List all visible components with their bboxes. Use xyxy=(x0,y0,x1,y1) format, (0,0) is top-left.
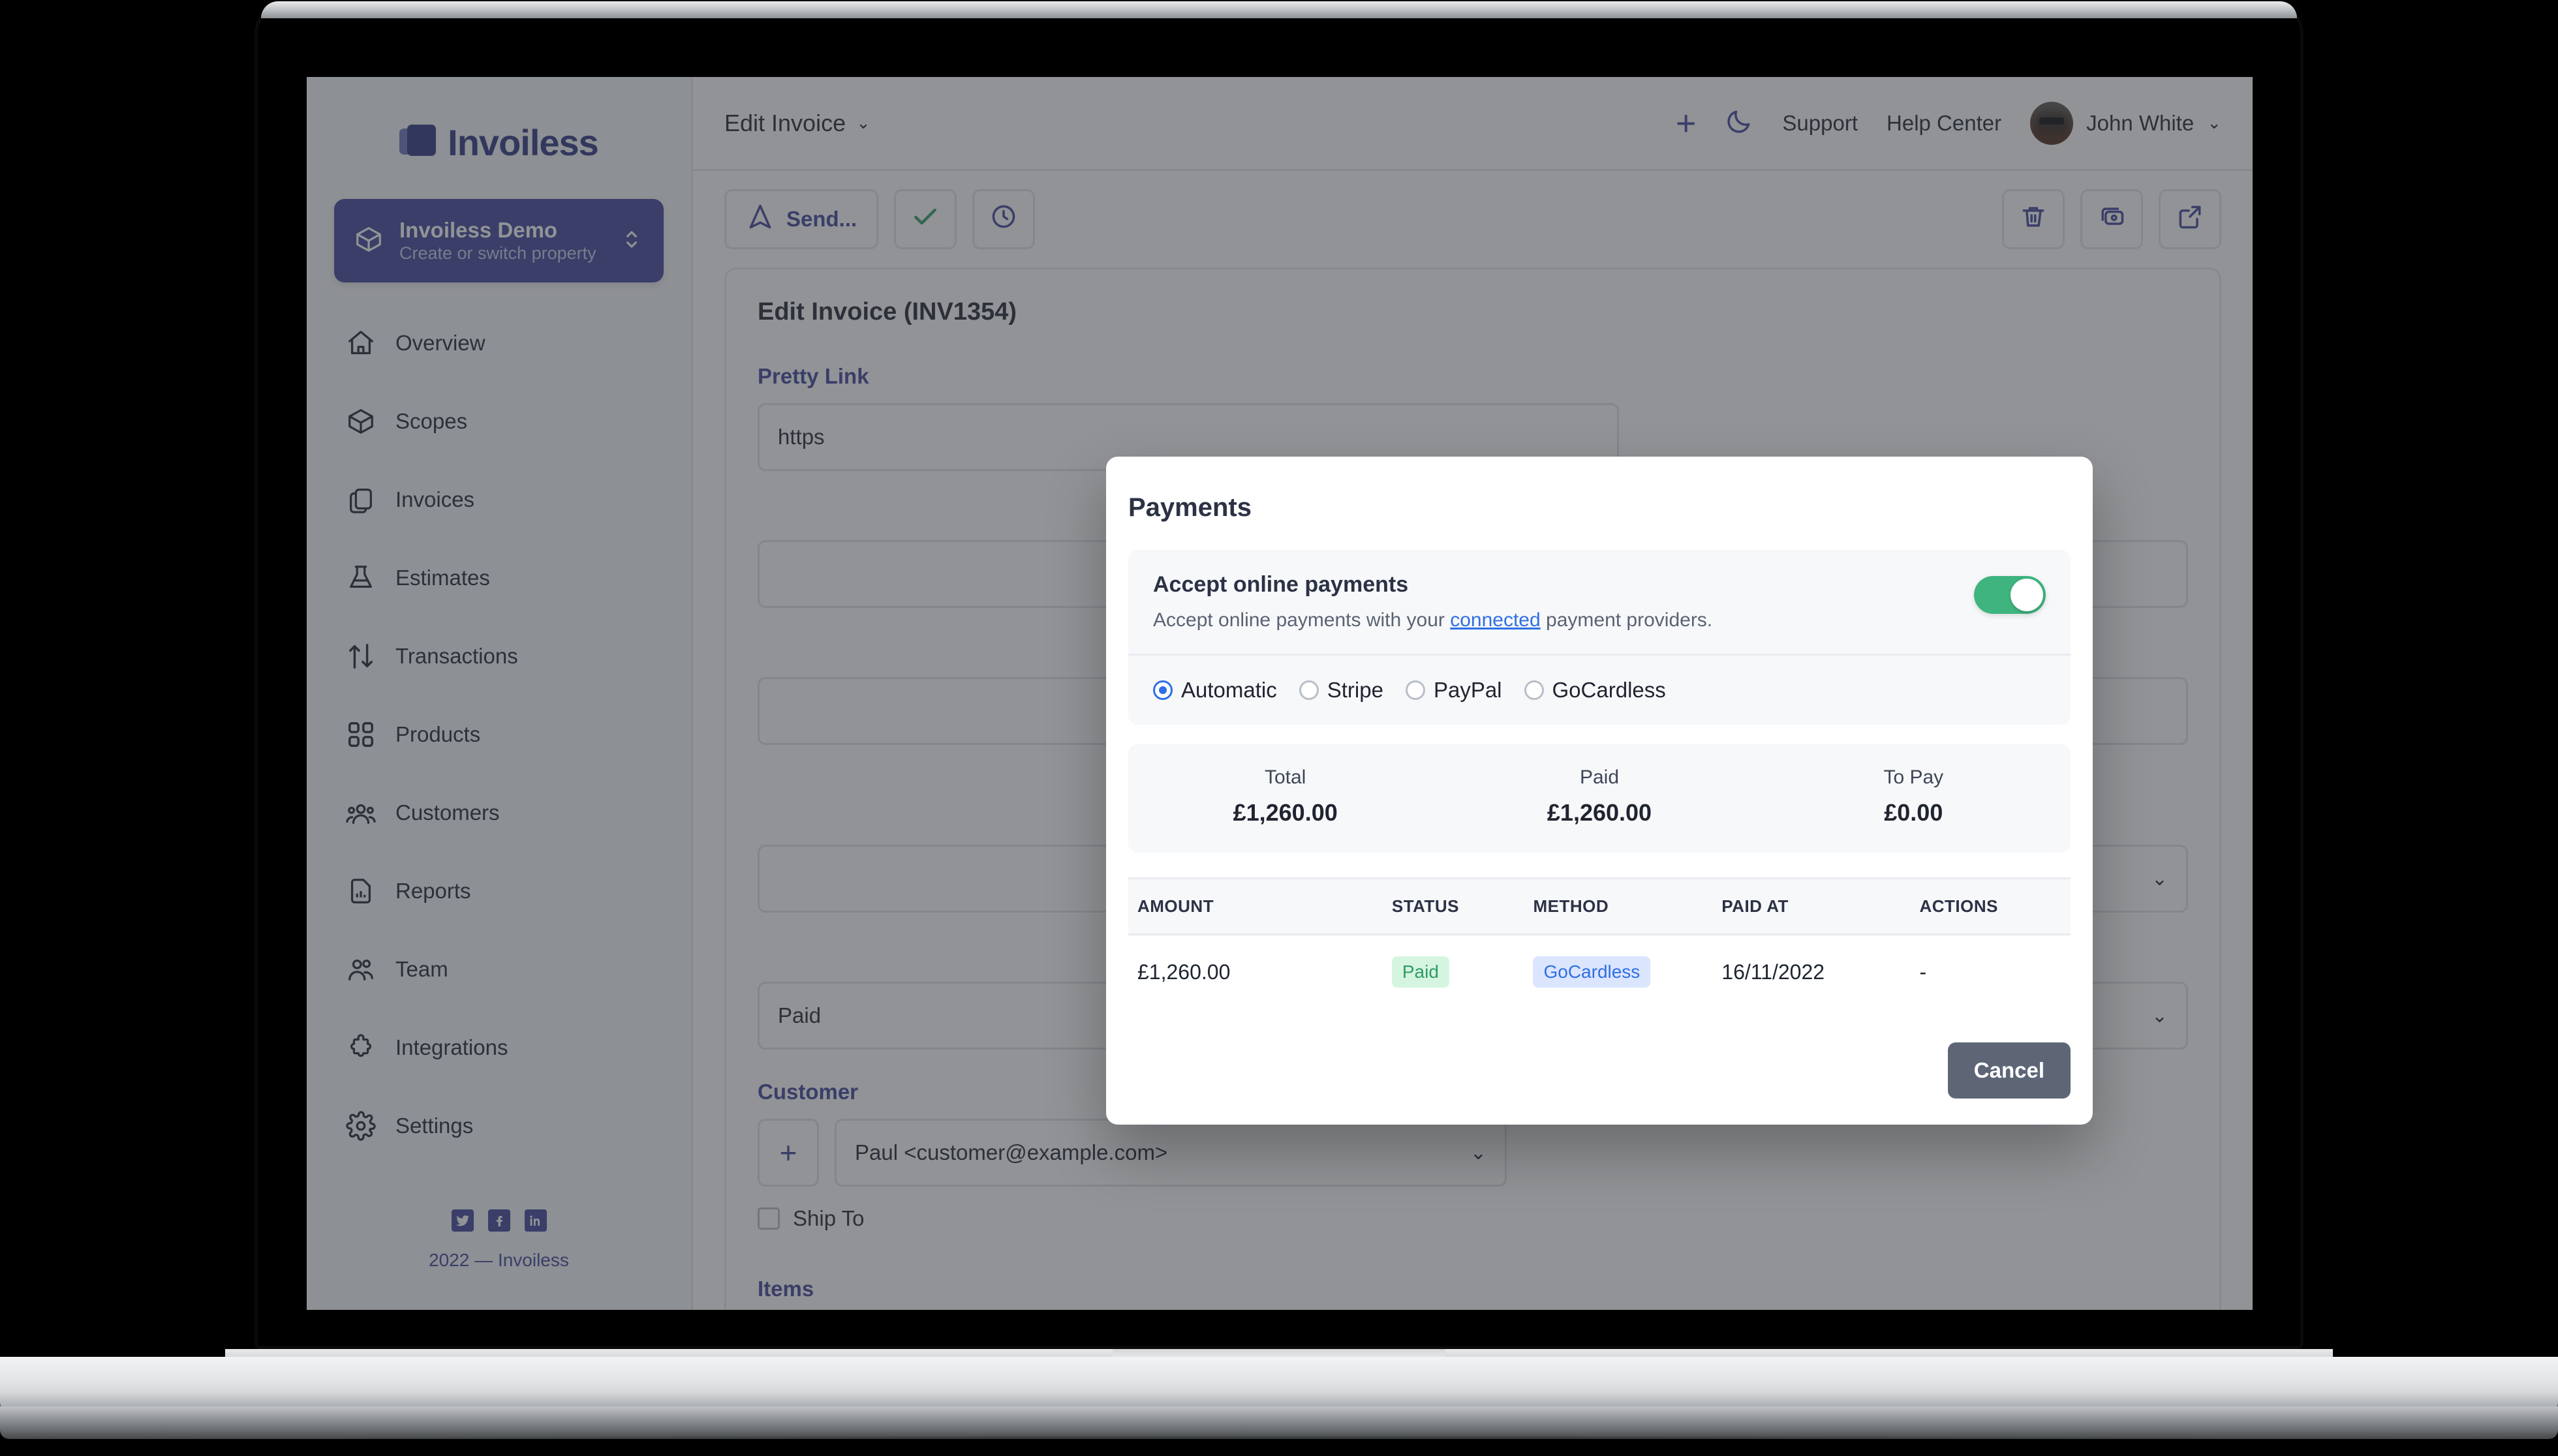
col-status: STATUS xyxy=(1382,877,1524,935)
provider-option-automatic[interactable]: Automatic xyxy=(1153,678,1277,703)
paid-value: £1,260.00 xyxy=(1547,799,1652,826)
to-pay-label: To Pay xyxy=(1883,766,1944,788)
total-label: Total xyxy=(1264,766,1306,788)
cell-amount: £1,260.00 xyxy=(1137,960,1231,984)
cell-status: Paid xyxy=(1383,935,1524,1009)
laptop-shadow xyxy=(52,1435,2506,1448)
paid-label: Paid xyxy=(1579,766,1620,788)
laptop-screen: Invoiless Invoiless Demo Create or switc… xyxy=(307,77,2253,1310)
col-paid-at: PAID AT xyxy=(1712,877,1911,935)
laptop-base-lower xyxy=(0,1406,2558,1439)
cancel-button[interactable]: Cancel xyxy=(1947,1042,2071,1099)
total-value: £1,260.00 xyxy=(1233,799,1338,826)
radio-indicator[interactable] xyxy=(1299,680,1319,700)
provider-option-stripe[interactable]: Stripe xyxy=(1299,678,1383,703)
radio-indicator[interactable] xyxy=(1524,680,1544,700)
invoiless-app: Invoiless Invoiless Demo Create or switc… xyxy=(307,77,2253,1310)
accept-sub-after: payment providers. xyxy=(1540,609,1713,631)
col-method: METHOD xyxy=(1524,877,1713,935)
col-amount: AMOUNT xyxy=(1128,877,1383,935)
to-pay-cell: To Pay £0.00 xyxy=(1757,766,2071,827)
cell-paid-at: 16/11/2022 xyxy=(1721,960,1825,984)
totals-summary: Total £1,260.00 Paid £1,260.00 To Pay £0… xyxy=(1128,744,2071,853)
table-row: £1,260.00 Paid GoCardless 16/11/2022 - xyxy=(1128,935,2071,1009)
laptop-lid-highlight xyxy=(261,1,2297,18)
total-cell: Total £1,260.00 xyxy=(1128,766,1442,827)
radio-indicator[interactable] xyxy=(1405,680,1425,700)
accept-payments-title: Accept online payments xyxy=(1153,572,1409,597)
payments-modal: Payments Accept online payments Accept o… xyxy=(1106,457,2093,1125)
provider-label: Automatic xyxy=(1181,678,1277,702)
modal-title: Payments xyxy=(1128,493,1252,522)
accept-payments-subtitle: Accept online payments with your connect… xyxy=(1153,609,1974,631)
provider-label: Stripe xyxy=(1327,678,1383,702)
cell-actions: - xyxy=(1919,960,1927,984)
paid-cell: Paid £1,260.00 xyxy=(1442,766,1756,827)
to-pay-value: £0.00 xyxy=(1884,799,1943,826)
status-badge: Paid xyxy=(1391,956,1449,988)
provider-option-gocardless[interactable]: GoCardless xyxy=(1524,678,1666,703)
provider-radio-group: Automatic Stripe PayPal GoCardless xyxy=(1153,678,2046,703)
cell-method: GoCardless xyxy=(1524,935,1712,1009)
connected-providers-link[interactable]: connected xyxy=(1450,609,1540,631)
method-badge: GoCardless xyxy=(1533,956,1651,988)
col-actions: ACTIONS xyxy=(1910,877,2071,935)
provider-label: PayPal xyxy=(1433,678,1502,702)
table-header-row: AMOUNT STATUS METHOD PAID AT ACTIONS xyxy=(1128,877,2071,935)
accept-payments-panel: Accept online payments Accept online pay… xyxy=(1128,550,2071,725)
payments-table: AMOUNT STATUS METHOD PAID AT ACTIONS £1,… xyxy=(1128,877,2071,1009)
accept-sub-before: Accept online payments with your xyxy=(1153,609,1451,631)
accept-payments-toggle[interactable] xyxy=(1974,576,2046,614)
provider-option-paypal[interactable]: PayPal xyxy=(1405,678,1502,703)
laptop-device: Invoiless Invoiless Demo Create or switc… xyxy=(0,0,2558,1456)
toggle-knob xyxy=(2011,579,2043,611)
radio-indicator[interactable] xyxy=(1153,680,1173,700)
provider-label: GoCardless xyxy=(1552,678,1666,702)
